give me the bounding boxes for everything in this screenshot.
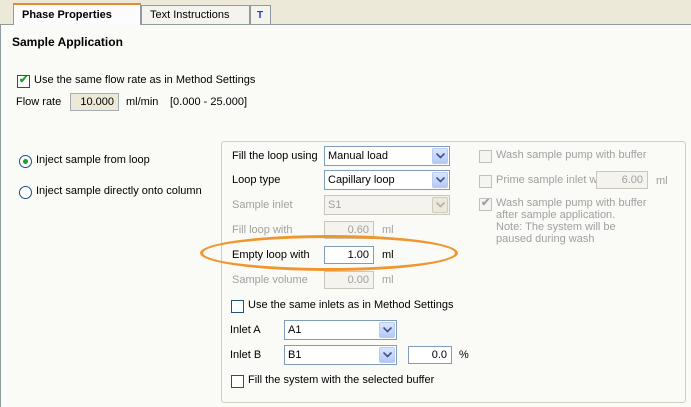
tab-phase-properties[interactable]: Phase Properties (13, 3, 141, 25)
text-format-icon: T (257, 10, 264, 21)
checkmark-icon: ✔ (19, 74, 29, 86)
loop-type-label: Loop type (232, 174, 281, 186)
inlet-b-percent-field[interactable]: 0.0 (408, 346, 452, 364)
flow-rate-field[interactable]: 10.000 (70, 93, 119, 111)
inlet-a-dropdown[interactable]: A1 (284, 320, 397, 340)
sample-inlet-label: Sample inlet (232, 199, 293, 211)
same-flow-rate-checkbox[interactable]: ✔ (17, 74, 30, 88)
fill-loop-using-value: Manual load (328, 150, 388, 162)
inject-from-loop-label: Inject sample from loop (36, 154, 150, 166)
checkmark-icon: ✔ (481, 197, 491, 209)
chevron-down-icon[interactable] (379, 347, 395, 363)
inlet-b-dropdown[interactable]: B1 (284, 345, 397, 365)
wash-pump-label: Wash sample pump with buffer (496, 149, 647, 161)
fill-loop-using-label: Fill the loop using (232, 150, 318, 162)
highlight-ellipse (200, 235, 458, 271)
prime-inlet-label: Prime sample inlet with (496, 174, 610, 186)
tab-text-instructions[interactable]: Text Instructions (141, 5, 250, 24)
chevron-down-icon[interactable] (432, 172, 448, 188)
inlet-a-value: A1 (288, 324, 302, 336)
tab-text-icon[interactable]: T (250, 5, 271, 24)
sample-volume-unit: ml (382, 274, 394, 286)
same-inlets-label: Use the same inlets as in Method Setting… (248, 299, 454, 311)
sample-volume-label: Sample volume (232, 274, 308, 286)
fill-loop-using-dropdown[interactable]: Manual load (324, 146, 450, 166)
inject-onto-column-radio[interactable] (19, 186, 32, 199)
radio-selected-dot (23, 159, 28, 164)
flow-rate-label: Flow rate (16, 96, 62, 108)
same-flow-rate-label: Use the same flow rate as in Method Sett… (34, 74, 256, 86)
fill-loop-with-label: Fill loop with (232, 224, 293, 236)
loop-type-value: Capillary loop (328, 174, 395, 186)
fill-loop-with-unit: ml (382, 224, 394, 236)
flow-rate-range: [0.000 - 25.000] (170, 96, 248, 108)
same-inlets-checkbox[interactable] (231, 300, 244, 313)
prime-inlet-checkbox[interactable] (479, 175, 492, 188)
section-title: Sample Application (12, 35, 123, 49)
wash-after-application-checkbox[interactable]: ✔ (479, 197, 492, 211)
wash-after-application-label: Wash sample pump with buffer after sampl… (496, 197, 647, 245)
percent-unit: % (459, 349, 469, 361)
sample-volume-field[interactable]: 0.00 (324, 271, 374, 289)
inject-onto-column-label: Inject sample directly onto column (36, 185, 202, 197)
chevron-down-icon[interactable] (379, 322, 395, 338)
inlet-b-value: B1 (288, 349, 302, 361)
prime-inlet-unit: ml (656, 175, 668, 187)
chevron-down-icon[interactable] (432, 197, 448, 213)
fill-system-checkbox[interactable] (231, 375, 244, 388)
sample-inlet-value: S1 (328, 199, 342, 211)
chevron-down-icon[interactable] (432, 148, 448, 164)
flow-rate-unit: ml/min (126, 96, 159, 108)
prime-inlet-field[interactable]: 6.00 (596, 171, 648, 189)
inlet-a-label: Inlet A (230, 324, 261, 336)
inject-from-loop-radio[interactable] (19, 155, 32, 168)
sample-inlet-dropdown[interactable]: S1 (324, 195, 450, 215)
inlet-b-label: Inlet B (230, 349, 262, 361)
fill-system-label: Fill the system with the selected buffer (248, 374, 435, 386)
wash-pump-checkbox[interactable] (479, 150, 492, 163)
loop-type-dropdown[interactable]: Capillary loop (324, 170, 450, 190)
